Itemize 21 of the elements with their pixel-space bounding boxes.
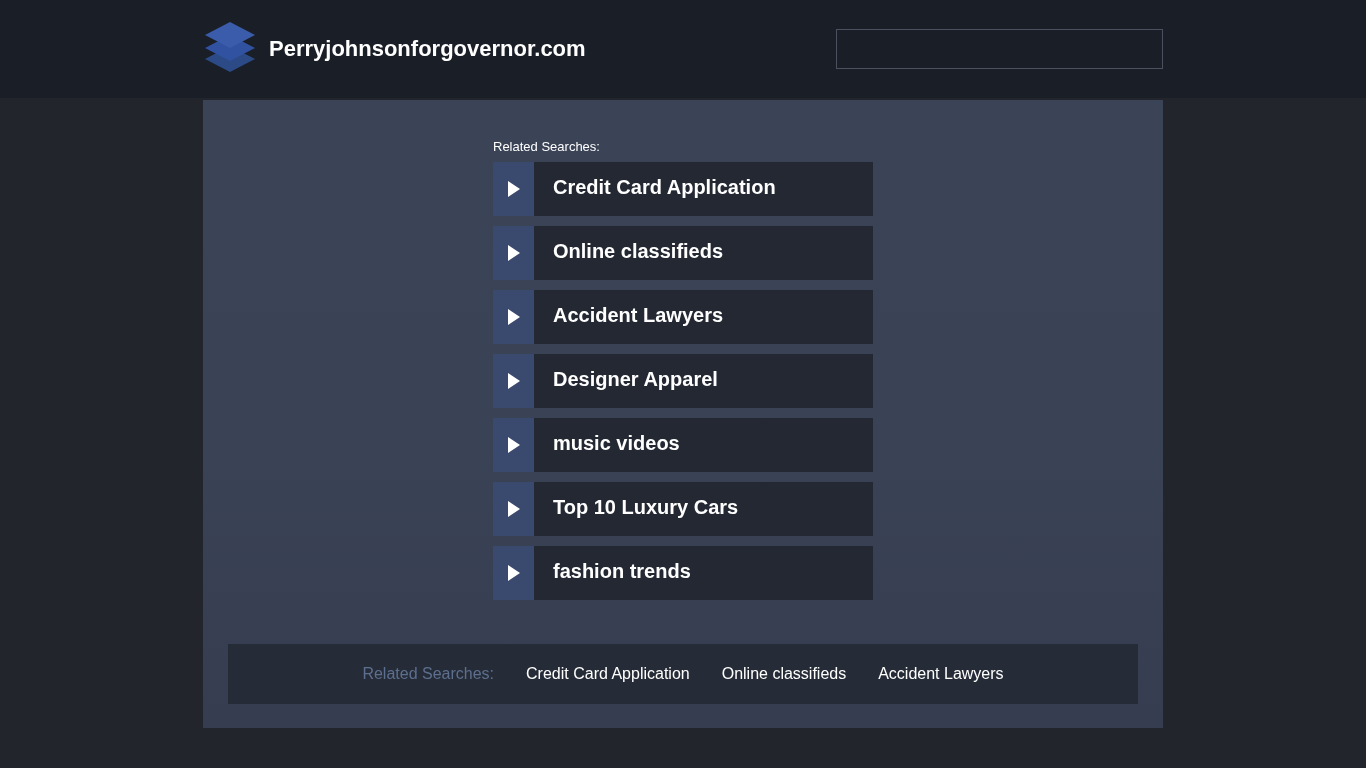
search-link[interactable]: Online classifieds (493, 226, 873, 280)
search-link[interactable]: Designer Apparel (493, 354, 873, 408)
search-link[interactable]: Accident Lawyers (493, 290, 873, 344)
play-icon (507, 501, 520, 517)
related-searches-heading: Related Searches: (493, 139, 601, 154)
search-link[interactable]: Top 10 Luxury Cars (493, 482, 873, 536)
search-link[interactable]: music videos (493, 418, 873, 472)
search-field[interactable] (836, 29, 1163, 69)
footer-heading: Related Searches: (362, 665, 495, 683)
play-icon (507, 373, 520, 389)
play-icon (507, 309, 520, 325)
play-icon (507, 437, 520, 453)
search-link[interactable]: Credit Card Application (493, 162, 873, 216)
play-icon (507, 181, 520, 197)
footer-link[interactable]: Accident Lawyers (878, 665, 1004, 683)
footer-link[interactable]: Online classifieds (721, 665, 847, 683)
play-icon (507, 565, 520, 581)
play-icon (507, 245, 520, 261)
search-link[interactable]: fashion trends (493, 546, 873, 600)
site-name[interactable]: Perryjohnsonforgovernor.com (269, 36, 586, 62)
footer-link[interactable]: Credit Card Application (526, 665, 690, 683)
